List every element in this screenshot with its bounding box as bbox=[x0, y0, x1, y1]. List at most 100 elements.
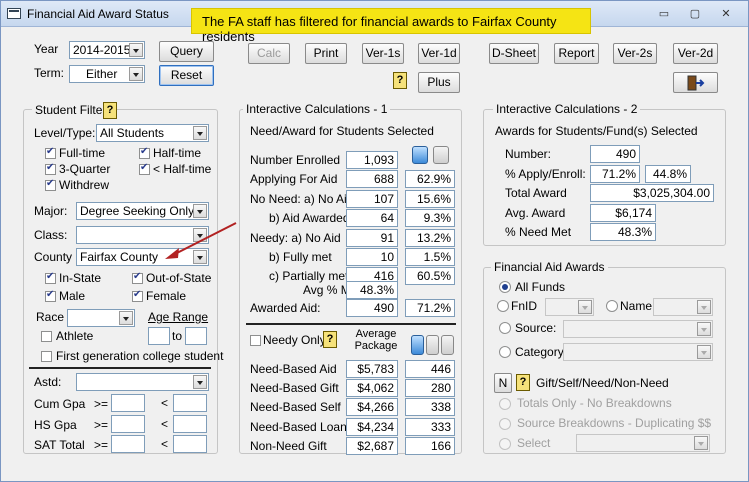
n-button[interactable]: N bbox=[494, 373, 512, 393]
calc1-row-count: 91 bbox=[346, 228, 398, 247]
level-combo[interactable]: All Students bbox=[96, 124, 209, 142]
age-to-input[interactable] bbox=[185, 327, 207, 345]
plus-button[interactable]: Plus bbox=[418, 72, 460, 93]
calc1-row-label: b) Fully met bbox=[269, 250, 332, 264]
needy-help-icon[interactable]: ? bbox=[323, 331, 337, 348]
major-combo[interactable]: Degree Seeking Only bbox=[76, 202, 209, 220]
reset-button[interactable]: Reset bbox=[159, 65, 214, 86]
minimize-icon[interactable]: ▭ bbox=[656, 7, 672, 21]
ver2d-button[interactable]: Ver-2d bbox=[673, 43, 718, 64]
chevron-down-icon[interactable] bbox=[697, 345, 711, 359]
filter-help-icon[interactable]: ? bbox=[103, 102, 117, 119]
needmet-label: % Need Met bbox=[505, 225, 572, 239]
chevron-down-icon[interactable] bbox=[697, 300, 711, 314]
athlete-checkbox[interactable] bbox=[41, 331, 52, 342]
threequarter-checkbox[interactable] bbox=[45, 162, 56, 175]
category-combo[interactable] bbox=[563, 343, 713, 361]
outstate-checkbox[interactable] bbox=[132, 271, 143, 284]
package-row-count: 333 bbox=[405, 417, 455, 436]
pkg-toggle-blue[interactable] bbox=[411, 335, 424, 355]
print-button[interactable]: Print bbox=[305, 43, 347, 64]
source-label: Source: bbox=[515, 321, 557, 335]
firstgen-checkbox[interactable] bbox=[41, 351, 52, 362]
chevron-down-icon[interactable] bbox=[697, 322, 711, 336]
calc1-row-count: 64 bbox=[346, 209, 398, 228]
chevron-down-icon[interactable] bbox=[694, 436, 708, 450]
help-icon[interactable]: ? bbox=[393, 72, 407, 89]
athlete-label: Athlete bbox=[56, 329, 94, 343]
select-radio[interactable] bbox=[499, 438, 511, 450]
chevron-down-icon[interactable] bbox=[129, 67, 143, 81]
category-label: Category: bbox=[515, 345, 568, 359]
withdrew-label: Withdrew bbox=[59, 178, 110, 192]
source-radio[interactable] bbox=[499, 322, 511, 334]
hsgpa-min-input[interactable] bbox=[111, 415, 145, 433]
view-toggle-gray[interactable] bbox=[433, 146, 449, 164]
chevron-down-icon[interactable] bbox=[193, 375, 207, 389]
female-checkbox[interactable] bbox=[132, 289, 143, 302]
race-label: Race bbox=[36, 310, 65, 324]
exit-button[interactable] bbox=[673, 72, 718, 93]
select-label: Select bbox=[517, 436, 551, 450]
chevron-down-icon[interactable] bbox=[129, 43, 143, 57]
needyonly-checkbox[interactable] bbox=[250, 335, 261, 346]
calc1-row-label: Number Enrolled bbox=[250, 153, 341, 167]
package-row-amount: $4,234 bbox=[346, 417, 398, 436]
male-checkbox[interactable] bbox=[45, 289, 56, 302]
withdrew-checkbox[interactable] bbox=[45, 178, 56, 191]
age-from-input[interactable] bbox=[148, 327, 170, 345]
fnid-radio[interactable] bbox=[497, 300, 509, 312]
cumgpa-max-input[interactable] bbox=[173, 394, 207, 412]
apply-label: % Apply/Enroll: bbox=[505, 167, 586, 181]
chevron-down-icon[interactable] bbox=[193, 126, 207, 140]
gsnn-help-icon[interactable]: ? bbox=[516, 374, 530, 391]
fa-title: Financial Aid Awards bbox=[491, 260, 608, 274]
sourcebd-radio[interactable] bbox=[499, 418, 511, 430]
sat-lt: < bbox=[161, 437, 169, 451]
package-row-label: Non-Need Gift bbox=[250, 438, 327, 453]
name-radio[interactable] bbox=[606, 300, 618, 312]
fnid-combo[interactable] bbox=[545, 298, 594, 316]
sat-min-input[interactable] bbox=[111, 435, 145, 453]
class-label: Class: bbox=[34, 228, 68, 242]
close-icon[interactable]: ✕ bbox=[718, 7, 734, 21]
awarded-v2: 71.2% bbox=[405, 299, 455, 317]
ver1d-button[interactable]: Ver-1d bbox=[418, 43, 460, 64]
select-combo[interactable] bbox=[576, 434, 710, 452]
allfunds-radio[interactable] bbox=[499, 281, 511, 293]
report-button[interactable]: Report bbox=[554, 43, 599, 64]
ver2s-button[interactable]: Ver-2s bbox=[613, 43, 657, 64]
term-combo[interactable]: Either bbox=[69, 65, 145, 83]
query-button[interactable]: Query bbox=[159, 41, 214, 62]
chevron-down-icon[interactable] bbox=[578, 300, 592, 314]
instate-checkbox[interactable] bbox=[45, 271, 56, 284]
needmet-value: 48.3% bbox=[590, 223, 656, 241]
chevron-down-icon[interactable] bbox=[119, 311, 133, 325]
year-combo[interactable]: 2014-2015 bbox=[69, 41, 145, 59]
county-label: County bbox=[34, 250, 73, 264]
cumgpa-min-input[interactable] bbox=[111, 394, 145, 412]
halftime-checkbox[interactable] bbox=[139, 146, 150, 159]
category-radio[interactable] bbox=[499, 346, 511, 358]
source-combo[interactable] bbox=[563, 320, 713, 338]
pkg-toggle-gray-1[interactable] bbox=[426, 335, 439, 355]
hsgpa-max-input[interactable] bbox=[173, 415, 207, 433]
calc1-row-count: 688 bbox=[346, 170, 398, 189]
name-combo[interactable] bbox=[653, 298, 713, 316]
number-label: Number: bbox=[505, 147, 552, 161]
sat-max-input[interactable] bbox=[173, 435, 207, 453]
astd-combo[interactable] bbox=[76, 373, 209, 391]
maximize-icon[interactable]: ▢ bbox=[687, 7, 703, 21]
pkg-toggle-gray-2[interactable] bbox=[441, 335, 454, 355]
dsheet-button[interactable]: D-Sheet bbox=[489, 43, 539, 64]
outstate-label: Out-of-State bbox=[146, 271, 212, 285]
chevron-down-icon[interactable] bbox=[193, 204, 207, 218]
race-combo[interactable] bbox=[67, 309, 135, 327]
ver1s-button[interactable]: Ver-1s bbox=[362, 43, 404, 64]
totalsonly-radio[interactable] bbox=[499, 398, 511, 410]
calc-button[interactable]: Calc bbox=[248, 43, 290, 64]
fulltime-checkbox[interactable] bbox=[45, 146, 56, 159]
lthalf-checkbox[interactable] bbox=[139, 162, 150, 175]
astd-label: Astd: bbox=[34, 375, 62, 389]
view-toggle-blue[interactable] bbox=[412, 146, 428, 164]
